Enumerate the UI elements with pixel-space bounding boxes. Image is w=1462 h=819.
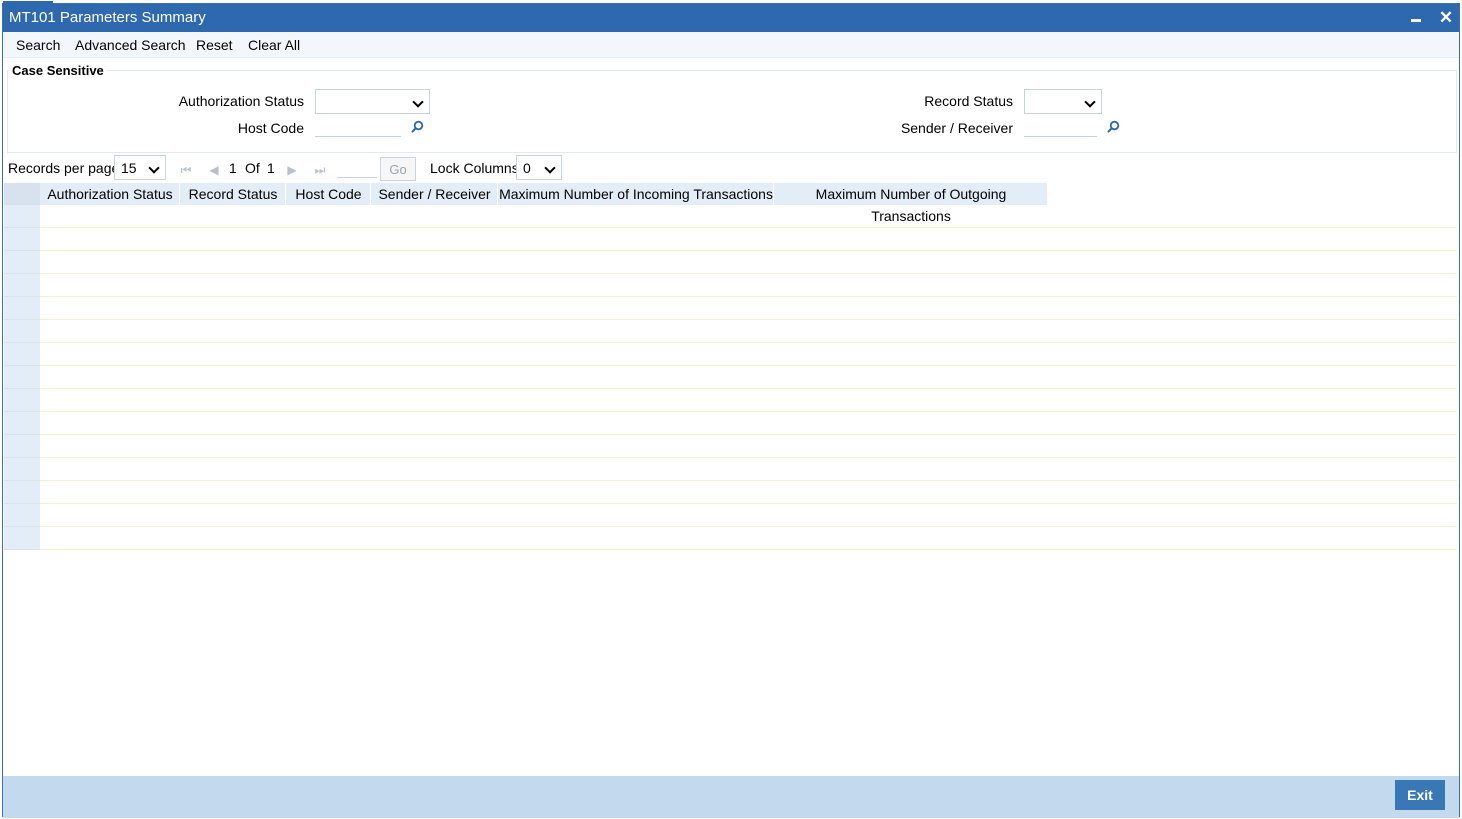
table-row[interactable] [4, 504, 1457, 527]
row-header-cell[interactable] [4, 205, 40, 228]
close-icon[interactable]: ✕ [1436, 8, 1456, 28]
grid-header-filler [1048, 183, 1457, 205]
row-header-cell[interactable] [4, 389, 40, 412]
toolbar: Search Advanced Search Reset Clear All [3, 32, 1459, 58]
records-per-page-select[interactable]: 15 [114, 155, 166, 180]
table-row[interactable] [4, 481, 1457, 504]
column-max-outgoing-transactions[interactable]: Maximum Number of Outgoing Transactions [775, 183, 1048, 224]
results-grid-header: Authorization Status Record Status Host … [4, 183, 1457, 224]
column-host-code[interactable]: Host Code [287, 183, 371, 205]
lock-columns-select[interactable]: 0 [516, 155, 562, 180]
records-per-page-value: 15 [121, 160, 137, 176]
table-row[interactable] [4, 412, 1457, 435]
prev-page-icon[interactable]: ◀ [207, 161, 221, 179]
column-record-status[interactable]: Record Status [181, 183, 286, 205]
search-button[interactable]: Search [16, 37, 60, 53]
last-page-icon[interactable]: ⏭ [313, 161, 327, 179]
lock-columns-value: 0 [523, 160, 531, 176]
magnifier-icon[interactable] [1105, 119, 1121, 135]
table-row[interactable] [4, 205, 1457, 228]
reset-button[interactable]: Reset [196, 37, 233, 53]
row-header-cell[interactable] [4, 297, 40, 320]
row-header-cell[interactable] [4, 481, 40, 504]
exit-button[interactable]: Exit [1395, 780, 1445, 810]
table-row[interactable] [4, 343, 1457, 366]
column-authorization-status[interactable]: Authorization Status [41, 183, 180, 205]
search-criteria-panel [7, 70, 1457, 153]
chevron-down-icon [1084, 96, 1096, 108]
table-row[interactable] [4, 389, 1457, 412]
results-grid-body [4, 205, 1457, 550]
record-status-select[interactable] [1024, 89, 1102, 114]
clear-all-button[interactable]: Clear All [248, 37, 300, 53]
table-row[interactable] [4, 527, 1457, 550]
authorization-status-label: Authorization Status [178, 93, 304, 109]
sender-receiver-label: Sender / Receiver [900, 120, 1013, 136]
column-max-incoming-transactions[interactable]: Maximum Number of Incoming Transactions [499, 183, 774, 205]
row-header-cell[interactable] [4, 343, 40, 366]
summary-window: MT101 Parameters Summary ✕ Search Advanc… [2, 1, 1460, 818]
record-status-label: Record Status [924, 93, 1013, 109]
footer-bar [3, 776, 1459, 818]
first-page-icon[interactable]: ⏮ [179, 161, 193, 179]
row-header-cell[interactable] [4, 251, 40, 274]
next-page-icon[interactable]: ▶ [285, 161, 299, 179]
table-row[interactable] [4, 228, 1457, 251]
row-header-cell[interactable] [4, 458, 40, 481]
row-header-cell[interactable] [4, 412, 40, 435]
column-sender-receiver[interactable]: Sender / Receiver [372, 183, 498, 205]
table-row[interactable] [4, 320, 1457, 343]
window-title: MT101 Parameters Summary [9, 9, 206, 26]
authorization-status-select[interactable] [315, 89, 430, 114]
chevron-down-icon [544, 162, 556, 174]
row-header-cell[interactable] [4, 228, 40, 251]
table-row[interactable] [4, 366, 1457, 389]
chevron-down-icon [148, 162, 160, 174]
go-button[interactable]: Go [380, 157, 416, 181]
row-header-cell[interactable] [4, 366, 40, 389]
row-header-cell[interactable] [4, 504, 40, 527]
sender-receiver-input[interactable] [1024, 115, 1097, 137]
table-row[interactable] [4, 435, 1457, 458]
row-header-cell[interactable] [4, 320, 40, 343]
chevron-down-icon [412, 96, 424, 108]
title-bar: MT101 Parameters Summary ✕ [3, 4, 1459, 32]
table-row[interactable] [4, 297, 1457, 320]
table-row[interactable] [4, 274, 1457, 297]
row-header-cell[interactable] [4, 527, 40, 550]
row-header-cell[interactable] [4, 274, 40, 297]
table-row[interactable] [4, 458, 1457, 481]
minimize-icon[interactable] [1406, 8, 1426, 28]
host-code-label: Host Code [237, 120, 304, 136]
advanced-search-button[interactable]: Advanced Search [75, 37, 186, 53]
grid-select-all-cell[interactable] [4, 183, 40, 205]
magnifier-icon[interactable] [409, 119, 425, 135]
case-sensitive-legend: Case Sensitive [9, 63, 107, 78]
row-header-cell[interactable] [4, 435, 40, 458]
host-code-input[interactable] [315, 115, 401, 137]
page-number-input[interactable] [337, 156, 377, 178]
table-row[interactable] [4, 251, 1457, 274]
